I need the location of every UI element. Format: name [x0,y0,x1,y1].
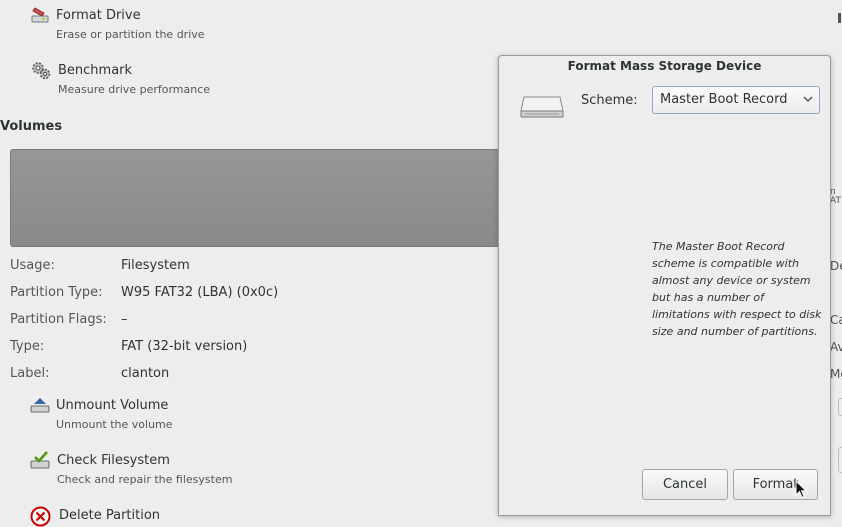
benchmark-subtitle: Measure drive performance [58,83,211,96]
unmount-volume-title[interactable]: Unmount Volume [56,398,168,413]
clipped-text-2: Ca [830,313,842,327]
scheme-combo[interactable]: Master Boot Record [652,86,820,114]
format-drive-subtitle: Erase or partition the drive [56,28,205,41]
mouse-cursor-icon [795,479,808,503]
scheme-description: The Master Boot Record scheme is compati… [652,240,822,338]
volumes-heading: Volumes [0,119,63,134]
volume-partition-bar[interactable] [10,149,510,247]
dialog-title: Format Mass Storage Device [567,59,762,73]
clipped-text-3: Av [830,340,842,354]
chevron-down-icon [803,93,813,108]
delete-partition-icon[interactable] [30,506,51,527]
label-label: Label: [10,366,50,381]
volume-bar-clipped-label-2: AT [830,196,841,206]
cancel-button[interactable]: Cancel [642,469,728,500]
partition-flags-label: Partition Flags: [10,312,107,327]
format-drive-icon[interactable] [30,5,50,25]
menu-icon[interactable] [836,10,842,24]
benchmark-title[interactable]: Benchmark [58,63,132,78]
check-filesystem-icon[interactable] [30,451,52,471]
usage-label: Usage: [10,258,55,273]
drive-icon [519,94,565,120]
clipped-button-edge-2[interactable] [838,447,842,473]
unmount-volume-subtitle: Unmount the volume [56,418,173,431]
format-drive-title[interactable]: Format Drive [56,8,141,23]
scheme-combo-value: Master Boot Record [660,92,788,107]
format-dialog: Format Mass Storage Device Scheme: Maste… [498,55,831,516]
type-label: Type: [10,339,45,354]
scheme-label: Scheme: [581,93,638,108]
unmount-icon[interactable] [30,397,50,415]
partition-flags-value: – [121,312,128,327]
benchmark-icon[interactable] [30,59,52,81]
partition-type-label: Partition Type: [10,285,103,300]
partition-type-value: W95 FAT32 (LBA) (0x0c) [121,285,279,300]
clipped-button-edge-1[interactable] [838,398,842,416]
check-filesystem-subtitle: Check and repair the filesystem [57,473,233,486]
usage-value: Filesystem [121,258,190,273]
clipped-text-1: De [830,259,842,273]
type-value: FAT (32-bit version) [121,339,248,354]
delete-partition-title[interactable]: Delete Partition [59,508,160,523]
clipped-text-4: Mo [830,367,842,381]
label-value: clanton [121,366,170,381]
check-filesystem-title[interactable]: Check Filesystem [57,453,170,468]
